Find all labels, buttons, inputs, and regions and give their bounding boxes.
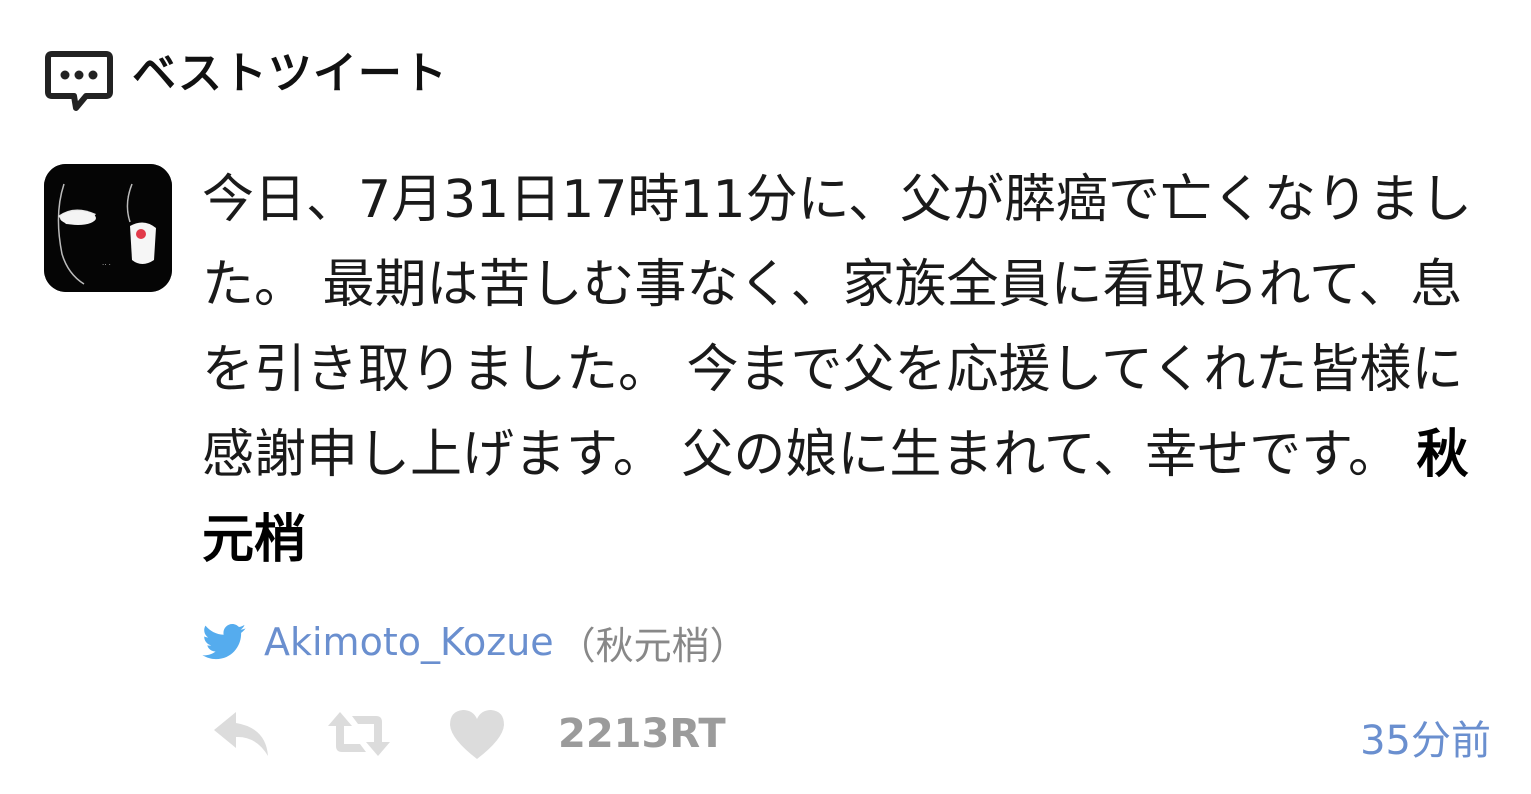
svg-text:·· ·: ·· · (102, 261, 111, 269)
author-handle[interactable]: Akimoto_Kozue (264, 620, 554, 664)
heart-icon (450, 710, 504, 759)
section-header: ベストツイート (44, 46, 448, 116)
tweet-text: 今日、7月31日17時11分に、父が膵癌で亡くなりました。 最期は苦しむ事なく、… (202, 170, 1473, 485)
speech-bubble-icon (45, 51, 113, 111)
user-avatar[interactable]: ·· · (44, 164, 172, 292)
tweet-timestamp[interactable]: 35分前 (1360, 708, 1491, 766)
author-display-name: （秋元梢） (557, 623, 748, 668)
reply-icon (214, 712, 268, 756)
retweet-button[interactable] (324, 704, 394, 764)
reply-button[interactable] (206, 704, 276, 764)
tweet-actions: 2213RT (206, 698, 726, 770)
retweet-count: 2213RT (558, 711, 726, 757)
tweet-body: 今日、7月31日17時11分に、父が膵癌で亡くなりました。 最期は苦しむ事なく、… (202, 158, 1492, 583)
section-title: ベストツイート (132, 48, 448, 99)
like-button[interactable] (442, 704, 512, 764)
tweet-author[interactable]: Akimoto_Kozue （秋元梢） (202, 612, 748, 672)
retweet-icon (328, 712, 390, 756)
twitter-bird-icon (202, 624, 246, 660)
